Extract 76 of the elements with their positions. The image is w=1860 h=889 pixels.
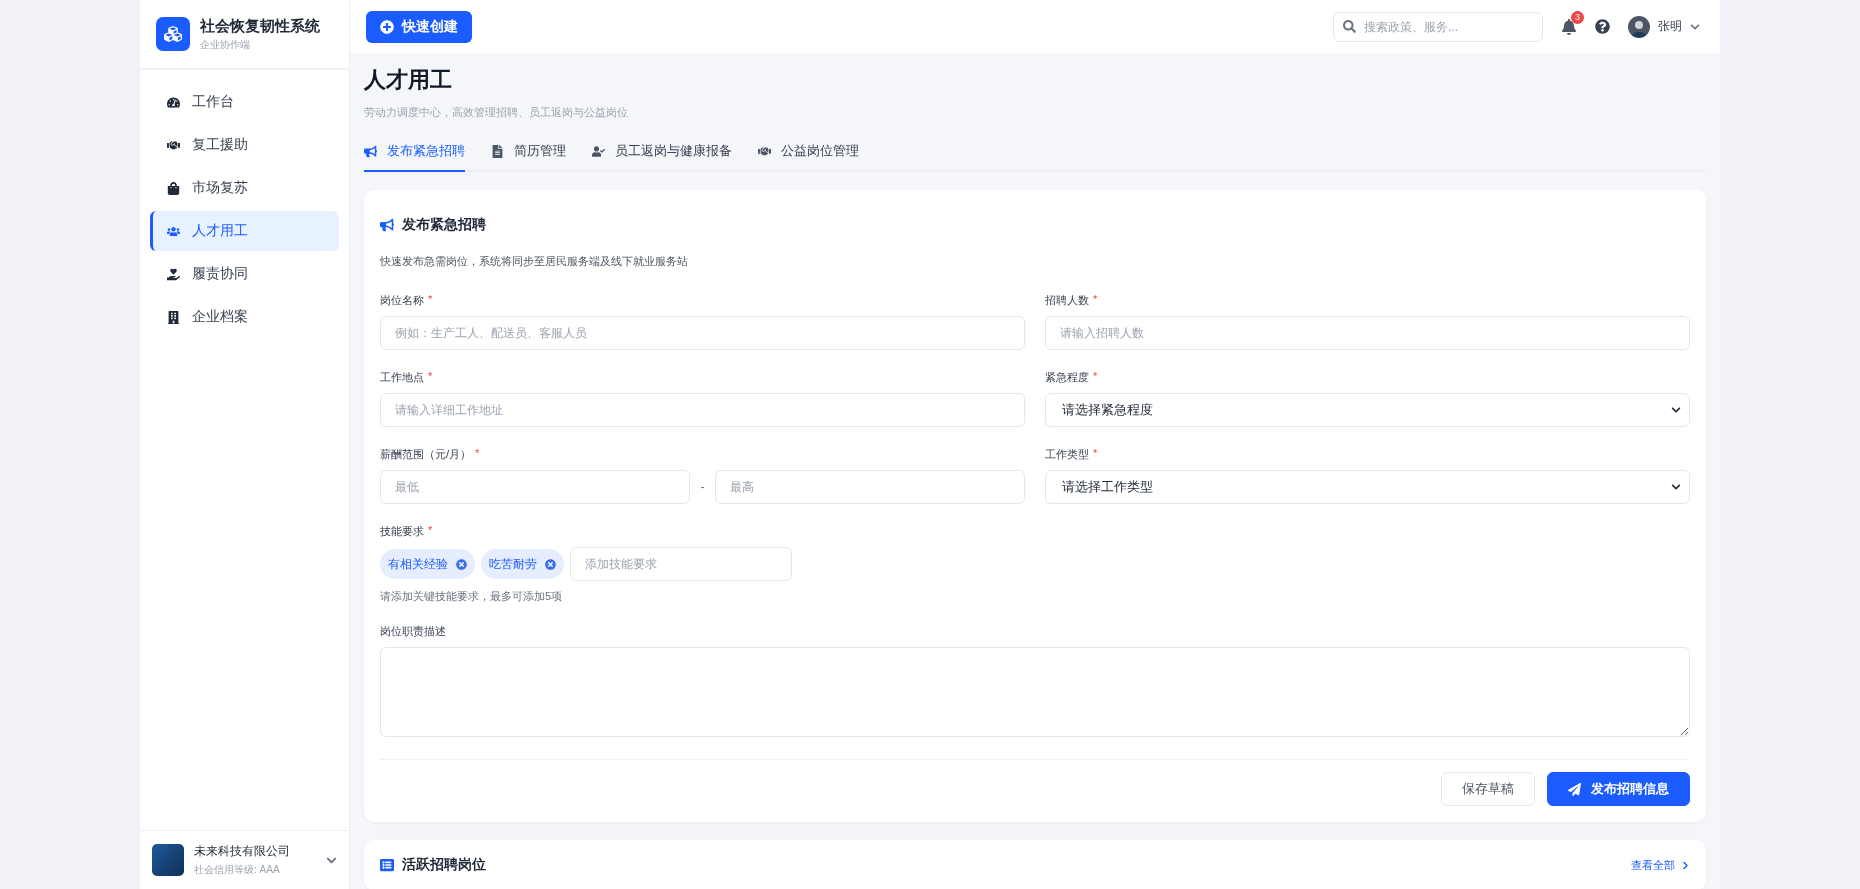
input-field[interactable]: 请输入招聘人数 [1045,316,1690,350]
chevron-right-icon [1681,860,1690,870]
field-label: 紧急程度 [1045,370,1089,385]
notification-badge: 3 [1571,10,1584,24]
paper-plane-icon [1568,782,1581,796]
range-separator: - [699,480,706,494]
nav-item[interactable]: 工作台 [150,82,339,122]
input-field[interactable]: 例如：生产工人、配送员、客服人员 [380,316,1025,350]
brand-subtitle: 企业协作端 [200,37,251,52]
users-icon [167,224,180,238]
field-label: 岗位职责描述 [380,624,446,639]
brand-title: 社会恢复韧性系统 [200,16,320,36]
required-mark: * [1093,447,1098,461]
view-all-link[interactable]: 查看全部 [1631,857,1690,873]
remove-icon[interactable] [545,558,556,570]
help-icon[interactable] [1595,19,1610,34]
avatar-icon [1628,15,1650,38]
tab[interactable]: 发布紧急招聘 [364,136,465,172]
publish-button[interactable]: 发布招聘信息 [1547,772,1690,806]
user-menu[interactable]: 张明 [1628,15,1700,38]
page-title: 人才用工 [364,66,453,94]
chevron-down-icon [1671,482,1681,492]
document-icon [491,144,504,158]
plus-icon [380,19,394,34]
list-icon [380,858,394,872]
tab[interactable]: 公益岗位管理 [758,136,859,172]
select-field[interactable]: 请选择工作类型 [1045,470,1690,504]
chevron-down-icon [1671,405,1681,415]
nav-item[interactable]: 人才用工 [150,211,339,251]
nav-item[interactable]: 履责协同 [150,254,339,294]
tab[interactable]: 员工返岗与健康报备 [592,136,732,172]
hand-heart-icon [167,267,180,281]
required-mark: * [475,447,480,461]
input-field[interactable]: 请输入详细工作地址 [380,393,1025,427]
building-icon [167,310,180,324]
field-label: 薪酬范围（元/月） [380,447,472,462]
required-mark: * [428,293,433,307]
nav-item[interactable]: 市场复苏 [150,168,339,208]
skill-tag: 有相关经验 [380,549,475,579]
skill-tag: 吃苦耐劳 [481,549,564,579]
required-mark: * [1093,293,1098,307]
card-title: 发布紧急招聘 [402,216,486,234]
notification-icon[interactable] [1561,18,1577,35]
megaphone-icon [364,144,377,158]
input-field[interactable]: 添加技能要求 [570,547,792,581]
dashboard-icon [167,95,180,109]
tab[interactable]: 简历管理 [491,136,566,172]
card-title: 活跃招聘岗位 [402,856,486,874]
chevron-down-icon [1690,21,1700,32]
field-hint: 请添加关键技能要求，最多可添加5项 [380,589,564,604]
textarea-field[interactable] [380,647,1690,737]
field-label: 工作地点 [380,370,424,385]
remove-icon[interactable] [456,558,467,570]
field-label: 岗位名称 [380,293,424,308]
required-mark: * [428,370,433,384]
megaphone-icon [380,218,394,232]
required-mark: * [428,524,433,538]
field-label: 工作类型 [1045,447,1089,462]
quick-create-button[interactable]: 快速创建 [366,10,472,43]
bag-icon [167,181,180,195]
page-subtitle: 劳动力调度中心，高效管理招聘、员工返岗与公益岗位 [364,105,629,120]
input-field[interactable]: 最低 [380,470,690,504]
save-draft-button[interactable]: 保存草稿 [1441,772,1535,806]
card-description: 快速发布急需岗位，系统将同步至居民服务端及线下就业服务站 [380,254,689,269]
field-label: 技能要求 [380,524,424,539]
user-check-icon [592,144,605,158]
nav-item[interactable]: 企业档案 [150,297,339,337]
company-logo [152,844,184,876]
select-field[interactable]: 请选择紧急程度 [1045,393,1690,427]
company-switcher[interactable]: 未来科技有限公司 社会信用等级: AAA [140,830,349,889]
search-field[interactable]: 搜索政策、服务... [1333,11,1543,42]
field-label: 招聘人数 [1045,293,1089,308]
input-field[interactable]: 最高 [715,470,1025,504]
nav-item[interactable]: 复工援助 [150,125,339,165]
logo-icon [156,17,190,51]
required-mark: * [1093,370,1098,384]
